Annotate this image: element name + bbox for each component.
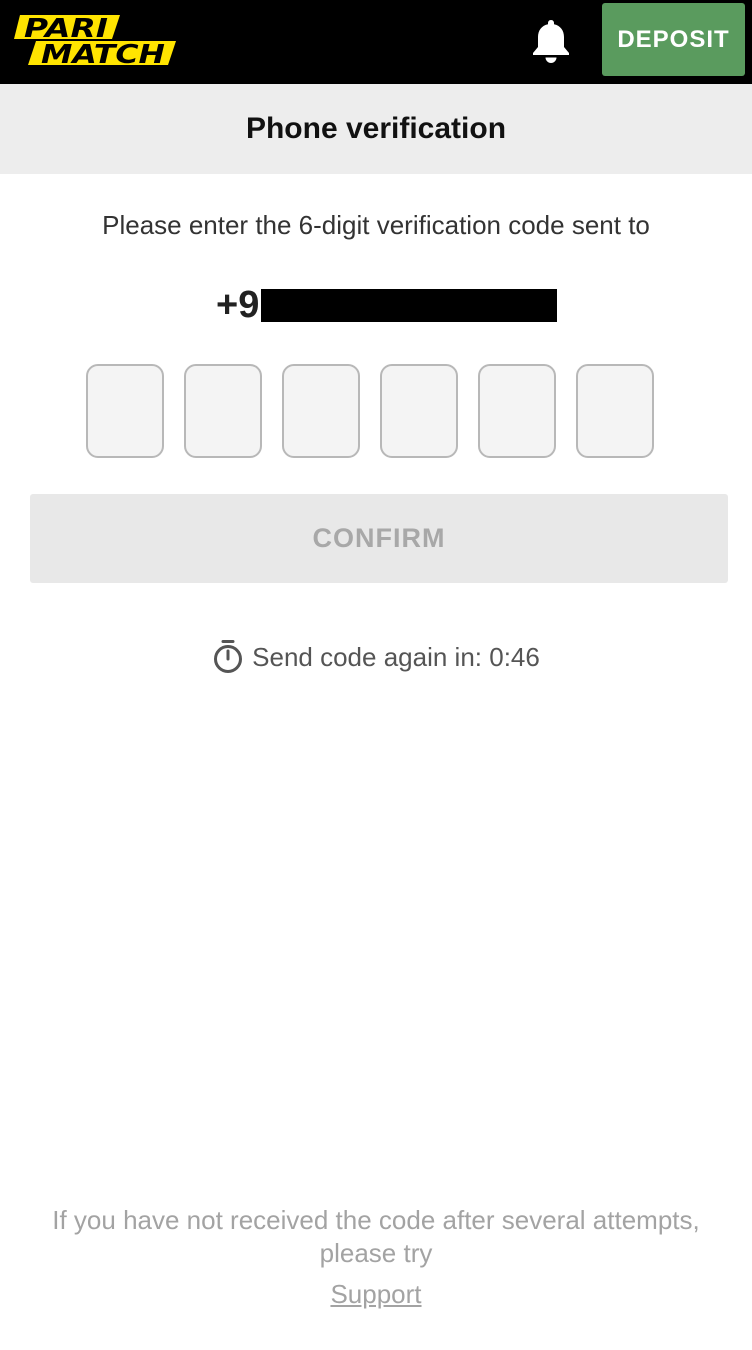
code-digit-1[interactable]	[86, 364, 164, 458]
page-title: Phone verification	[245, 112, 507, 145]
code-digit-2[interactable]	[184, 364, 262, 458]
resend-timer: Send code again in: 0:46	[0, 637, 752, 677]
verification-instruction: Please enter the 6-digit verification co…	[102, 210, 650, 240]
phone-number-redaction	[261, 288, 558, 322]
phone-prefix: +9	[216, 283, 260, 326]
code-digit-6[interactable]	[576, 364, 654, 458]
svg-text:MATCH: MATCH	[41, 40, 165, 68]
confirm-button[interactable]: CONFIRM	[30, 494, 728, 583]
parimatch-logo-mark: PARI MATCH	[14, 14, 176, 70]
code-digit-3[interactable]	[282, 364, 360, 458]
code-input-group	[86, 364, 654, 458]
code-digit-4[interactable]	[380, 364, 458, 458]
code-digit-5[interactable]	[478, 364, 556, 458]
help-text: If you have not received the code after …	[52, 1205, 700, 1268]
resend-countdown: Send code again in: 0:46	[252, 641, 540, 672]
top-bar: PARI MATCH DEPOSIT	[0, 0, 752, 84]
stopwatch-icon	[214, 640, 243, 673]
phone-number: +9	[216, 283, 558, 327]
bell-icon[interactable]	[530, 18, 572, 64]
deposit-button[interactable]: DEPOSIT	[602, 3, 745, 76]
title-bar: Phone verification	[0, 84, 752, 174]
support-link-row: Support	[0, 1279, 752, 1310]
parimatch-logo[interactable]: PARI MATCH	[14, 12, 180, 70]
support-link[interactable]: Support	[330, 1279, 421, 1309]
